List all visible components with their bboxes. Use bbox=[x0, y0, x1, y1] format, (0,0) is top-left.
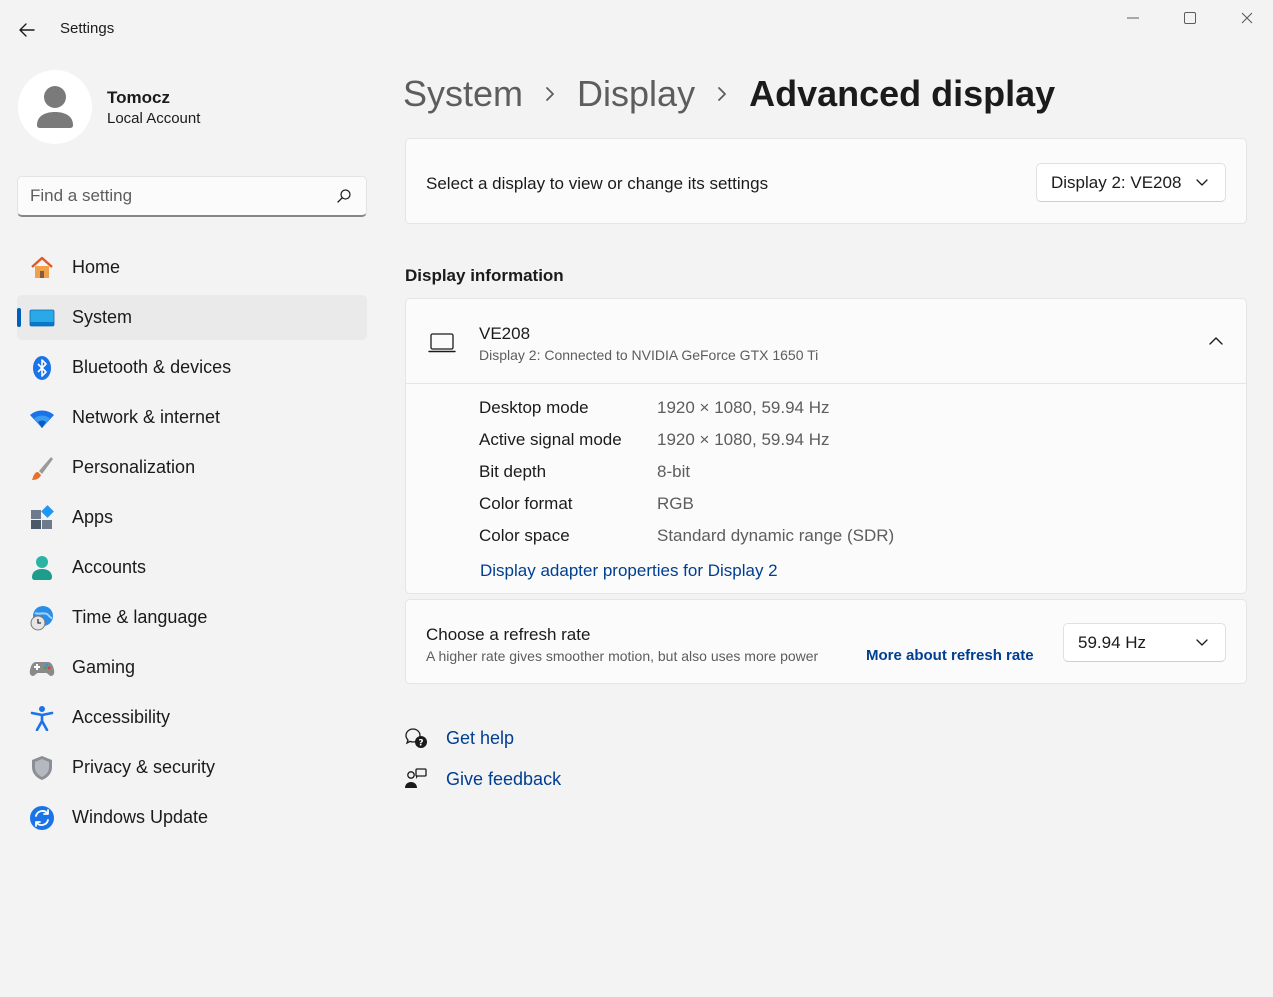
display-select-value: Display 2: VE208 bbox=[1051, 173, 1182, 192]
sidebar-item-windows-update[interactable]: Windows Update bbox=[17, 795, 367, 840]
info-key: Desktop mode bbox=[479, 398, 589, 417]
svg-text:?: ? bbox=[418, 739, 423, 749]
breadcrumb-display[interactable]: Display bbox=[577, 73, 695, 115]
chevron-down-icon bbox=[1196, 179, 1208, 186]
close-button[interactable] bbox=[1218, 0, 1273, 36]
sidebar-item-label: Time & language bbox=[72, 607, 208, 627]
avatar[interactable] bbox=[18, 70, 92, 144]
system-icon bbox=[29, 305, 55, 331]
get-help-label: Get help bbox=[446, 727, 515, 748]
refresh-rate-description: A higher rate gives smoother motion, but… bbox=[426, 648, 819, 664]
close-icon bbox=[1241, 12, 1252, 24]
help-chat-icon: ? bbox=[404, 726, 428, 750]
sidebar-item-accessibility[interactable]: Accessibility bbox=[17, 695, 367, 740]
minimize-button[interactable] bbox=[1104, 0, 1161, 36]
display-info-header[interactable]: VE208 Display 2: Connected to NVIDIA GeF… bbox=[406, 299, 1246, 384]
info-value: 1920 × 1080, 59.94 Hz bbox=[657, 430, 830, 449]
chevron-down-icon bbox=[1196, 639, 1208, 646]
sidebar-item-label: Privacy & security bbox=[72, 757, 216, 777]
display-select-label: Select a display to view or change its s… bbox=[426, 174, 769, 193]
info-key: Color format bbox=[479, 494, 573, 513]
sidebar-item-gaming[interactable]: Gaming bbox=[17, 645, 367, 690]
accounts-icon bbox=[29, 555, 55, 581]
refresh-rate-value: 59.94 Hz bbox=[1078, 633, 1147, 652]
search-input[interactable] bbox=[30, 185, 330, 207]
home-icon bbox=[29, 255, 55, 281]
maximize-icon bbox=[1183, 12, 1196, 24]
sidebar-item-time-language[interactable]: Time & language bbox=[17, 595, 367, 640]
wifi-icon bbox=[29, 405, 55, 431]
sidebar-item-apps[interactable]: Apps bbox=[17, 495, 367, 540]
chevron-right-icon bbox=[545, 86, 555, 102]
sidebar-item-bluetooth[interactable]: Bluetooth & devices bbox=[17, 345, 367, 390]
back-button[interactable] bbox=[12, 16, 42, 44]
display-info-card: VE208 Display 2: Connected to NVIDIA GeF… bbox=[405, 298, 1247, 594]
sidebar-nav: Home System Bluetooth & devices Network … bbox=[17, 245, 367, 845]
sidebar-item-label: Accessibility bbox=[72, 707, 171, 727]
more-about-refresh-rate-link[interactable]: More about refresh rate bbox=[866, 647, 1034, 664]
sidebar-item-privacy[interactable]: Privacy & security bbox=[17, 745, 367, 790]
accessibility-icon bbox=[29, 705, 55, 731]
display-select-card: Select a display to view or change its s… bbox=[405, 138, 1247, 224]
update-icon bbox=[29, 805, 55, 831]
sidebar-item-system[interactable]: System bbox=[17, 295, 367, 340]
refresh-rate-title: Choose a refresh rate bbox=[426, 625, 591, 644]
chevron-up-icon[interactable] bbox=[1208, 335, 1224, 347]
sidebar-item-label: Network & internet bbox=[72, 407, 221, 427]
apps-icon bbox=[29, 505, 55, 531]
get-help-link[interactable]: ? Get help bbox=[404, 725, 514, 751]
title-bar: Settings bbox=[0, 0, 1273, 58]
sidebar-item-label: Gaming bbox=[72, 657, 136, 677]
sidebar-item-label: Bluetooth & devices bbox=[72, 357, 232, 377]
feedback-icon bbox=[404, 767, 428, 791]
refresh-rate-dropdown[interactable]: 59.94 Hz bbox=[1063, 623, 1226, 662]
give-feedback-link[interactable]: Give feedback bbox=[404, 766, 561, 792]
info-value: Standard dynamic range (SDR) bbox=[657, 526, 895, 545]
app-title: Settings bbox=[60, 20, 115, 37]
sidebar-item-label: Windows Update bbox=[72, 807, 209, 827]
sidebar-item-network[interactable]: Network & internet bbox=[17, 395, 367, 440]
laptop-icon bbox=[428, 333, 456, 353]
refresh-rate-card: Choose a refresh rate A higher rate give… bbox=[405, 599, 1247, 684]
user-name: Tomocz bbox=[107, 88, 170, 107]
breadcrumb-system[interactable]: System bbox=[403, 73, 523, 115]
page-title: Advanced display bbox=[749, 73, 1056, 114]
account-type: Local Account bbox=[107, 110, 201, 127]
breadcrumb: System Display Advanced display bbox=[403, 70, 1055, 118]
info-key: Bit depth bbox=[479, 462, 547, 481]
minimize-icon bbox=[1126, 17, 1139, 19]
info-value: RGB bbox=[657, 494, 694, 513]
info-value: 8-bit bbox=[657, 462, 691, 481]
sidebar-item-label: Home bbox=[72, 257, 121, 277]
display-adapter-properties-link[interactable]: Display adapter properties for Display 2 bbox=[480, 561, 778, 581]
sidebar-item-label: Personalization bbox=[72, 457, 196, 477]
info-key: Active signal mode bbox=[479, 430, 622, 449]
info-value: 1920 × 1080, 59.94 Hz bbox=[657, 398, 830, 417]
gamepad-icon bbox=[29, 655, 55, 681]
sidebar-item-personalization[interactable]: Personalization bbox=[17, 445, 367, 490]
sidebar-item-home[interactable]: Home bbox=[17, 245, 367, 290]
chevron-right-icon bbox=[717, 86, 727, 102]
display-name: VE208 bbox=[479, 324, 531, 343]
section-title-display-information: Display information bbox=[405, 266, 564, 285]
sidebar-item-accounts[interactable]: Accounts bbox=[17, 545, 367, 590]
bluetooth-icon bbox=[29, 355, 55, 381]
info-key: Color space bbox=[479, 526, 570, 545]
search-box[interactable] bbox=[17, 176, 367, 217]
give-feedback-label: Give feedback bbox=[446, 768, 562, 789]
display-select-dropdown[interactable]: Display 2: VE208 bbox=[1036, 163, 1226, 202]
search-icon[interactable] bbox=[336, 188, 352, 204]
back-arrow-icon bbox=[19, 23, 35, 37]
time-language-icon bbox=[29, 605, 55, 631]
maximize-button[interactable] bbox=[1161, 0, 1218, 36]
sidebar-item-label: Accounts bbox=[72, 557, 147, 577]
user-icon bbox=[37, 86, 73, 128]
sidebar-item-label: Apps bbox=[72, 507, 114, 527]
shield-icon bbox=[29, 755, 55, 781]
display-connection: Display 2: Connected to NVIDIA GeForce G… bbox=[479, 347, 819, 363]
brush-icon bbox=[29, 455, 55, 481]
sidebar-item-label: System bbox=[72, 307, 133, 327]
